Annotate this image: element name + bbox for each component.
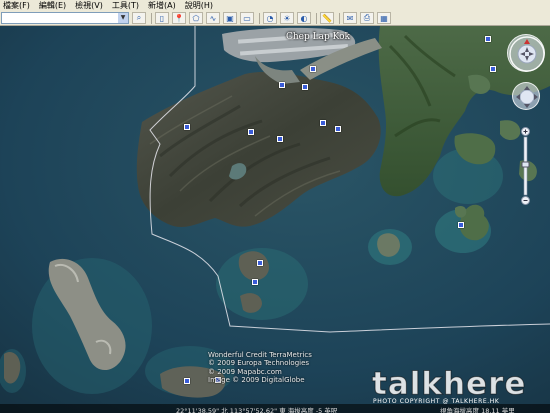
eye-altitude: 視角海拔高度 18.11 英里 (440, 407, 515, 413)
polygon-icon[interactable]: ⬠ (189, 12, 203, 24)
menu-file[interactable]: 檔案(F) (3, 0, 30, 11)
print-icon[interactable]: ⎙ (360, 12, 374, 24)
pan-arrows-icon (516, 86, 538, 108)
zoom-slider[interactable] (521, 127, 530, 205)
watermark-logo: talkhere (371, 366, 527, 402)
tour-icon[interactable]: ▭ (240, 12, 254, 24)
search-dropdown-icon[interactable]: ▼ (118, 13, 128, 23)
look-control[interactable] (507, 34, 545, 72)
credit-line: © 2009 Europa Technologies (208, 359, 310, 368)
placemark-pin[interactable] (257, 260, 263, 266)
pointer-coordinates: 22°11'38.59" 北 113°57'52.62" 東 海拔高度 -5 英… (176, 407, 338, 413)
placemark-pin[interactable] (279, 82, 285, 88)
search-box: ▼ (1, 12, 129, 24)
placemark-icon[interactable]: 📍 (172, 12, 186, 24)
credit-line: © 2009 Mapabc.com (208, 367, 282, 376)
overlay-icon[interactable]: ▣ (223, 12, 237, 24)
placemark-pin[interactable] (302, 84, 308, 90)
placemark-pin[interactable] (184, 378, 190, 384)
place-label-chep-lap-kok[interactable]: Chep Lap Kok (286, 32, 350, 42)
search-icon[interactable]: ⌕ (132, 12, 146, 24)
menu-view[interactable]: 檢視(V) (75, 0, 103, 11)
compass-icon (509, 36, 545, 72)
map-view[interactable]: Chep Lap Kok Wonderful Credit TerraMetri… (0, 26, 550, 413)
history-icon[interactable]: ◔ (263, 12, 277, 24)
placemark-pin[interactable] (458, 222, 464, 228)
placemark-pin[interactable] (335, 126, 341, 132)
placemark-pin[interactable] (485, 36, 491, 42)
zoom-slider-graphic (521, 127, 530, 205)
sun-icon[interactable]: ☀ (280, 12, 294, 24)
menu-edit[interactable]: 編輯(E) (39, 0, 66, 11)
menu-bar: 檔案(F) 編輯(E) 檢視(V) 工具(T) 新增(A) 說明(H) (0, 0, 550, 11)
planet-icon[interactable]: ◐ (297, 12, 311, 24)
placemark-pin[interactable] (277, 136, 283, 142)
email-icon[interactable]: ✉ (343, 12, 357, 24)
status-bar: 22°11'38.59" 北 113°57'52.62" 東 海拔高度 -5 英… (0, 404, 550, 413)
maps-icon[interactable]: ▦ (377, 12, 391, 24)
placemark-pin[interactable] (310, 66, 316, 72)
toolbar-separator (339, 12, 340, 24)
placemark-pin[interactable] (248, 129, 254, 135)
imagery-credits: Wonderful Credit TerraMetrics © 2009 Eur… (208, 351, 312, 385)
sidebar-icon[interactable]: ▯ (155, 12, 169, 24)
credit-line: Image © 2009 DigitalGlobe (208, 376, 305, 385)
path-icon[interactable]: ∿ (206, 12, 220, 24)
menu-tools[interactable]: 工具(T) (112, 0, 139, 11)
toolbar: ▼ ⌕ ▯ 📍 ⬠ ∿ ▣ ▭ ◔ ☀ ◐ 📏 ✉ ⎙ ▦ (0, 11, 550, 26)
placemark-pin[interactable] (490, 66, 496, 72)
placemark-pin[interactable] (184, 124, 190, 130)
search-input[interactable] (2, 13, 118, 23)
toolbar-separator (151, 12, 152, 24)
placemark-pin[interactable] (320, 120, 326, 126)
menu-add[interactable]: 新增(A) (148, 0, 176, 11)
menu-help[interactable]: 說明(H) (185, 0, 213, 11)
move-control[interactable] (512, 82, 540, 110)
placemark-pin[interactable] (252, 279, 258, 285)
ruler-icon[interactable]: 📏 (320, 12, 334, 24)
toolbar-separator (259, 12, 260, 24)
toolbar-separator (316, 12, 317, 24)
